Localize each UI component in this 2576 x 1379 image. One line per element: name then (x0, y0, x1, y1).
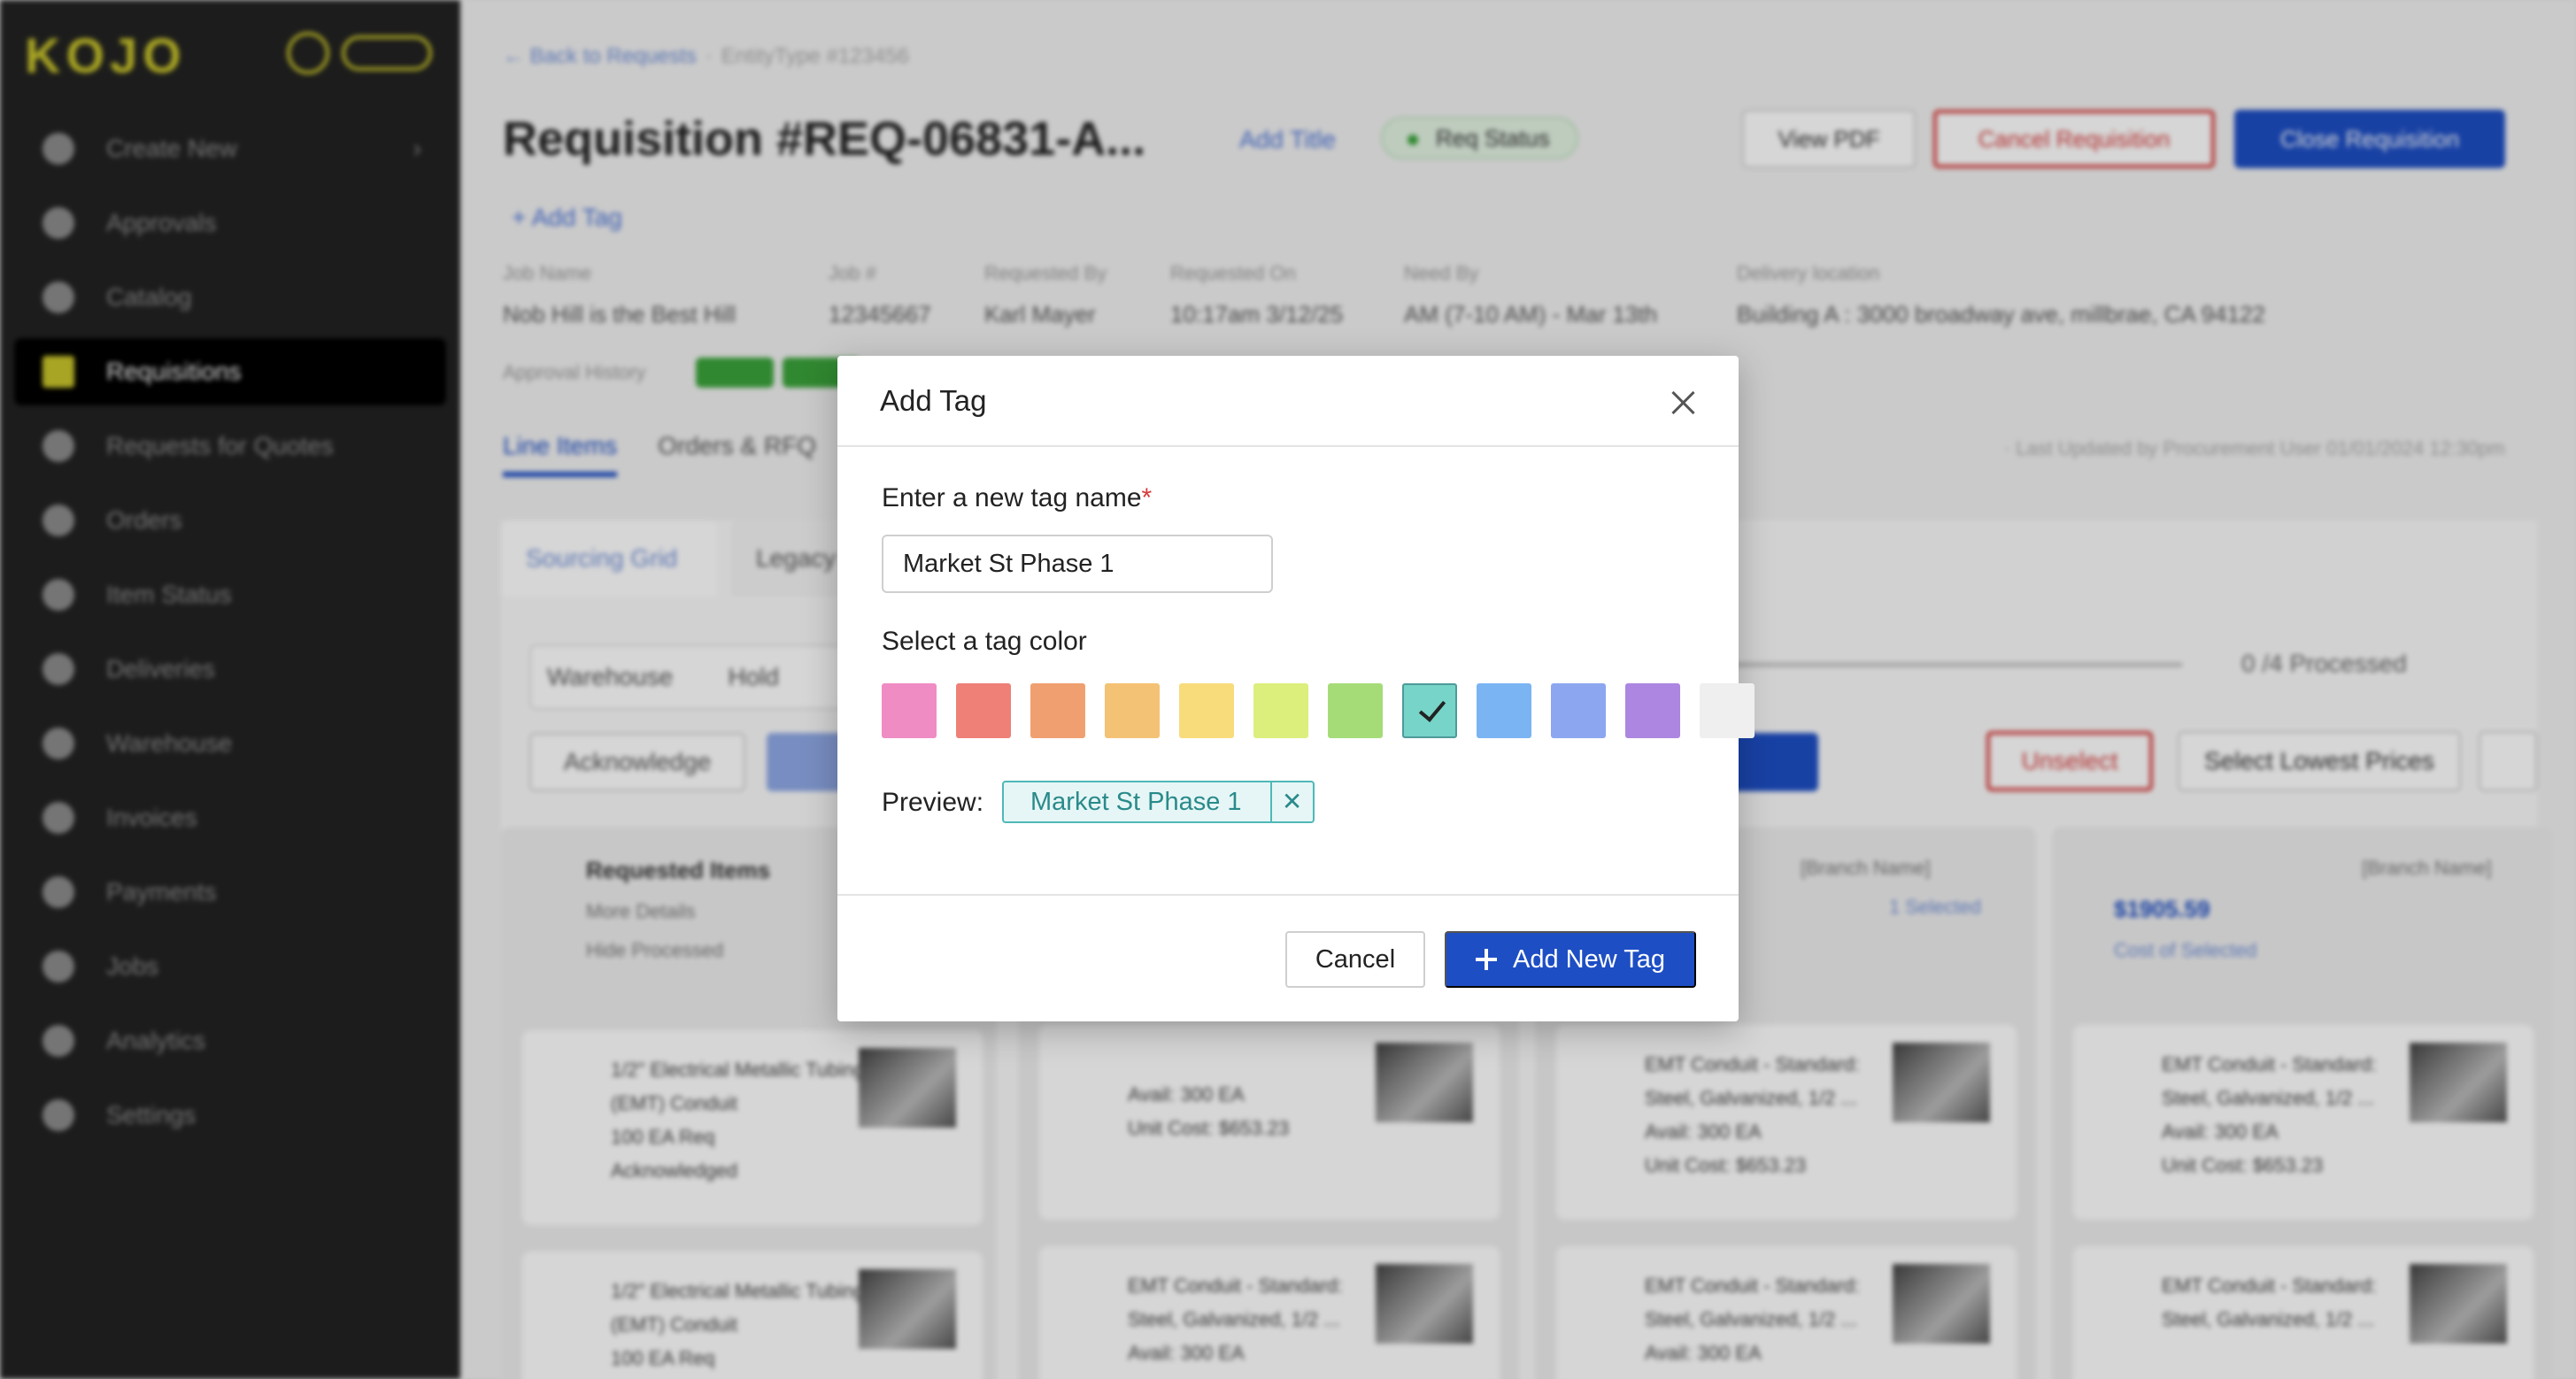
modal-title: Add Tag (880, 384, 987, 417)
color-swatch-red[interactable] (956, 683, 1011, 738)
color-swatch-pink[interactable] (882, 683, 937, 738)
color-swatch-green[interactable] (1328, 683, 1383, 738)
preview-label: Preview: (882, 788, 984, 817)
cancel-button[interactable]: Cancel (1285, 931, 1425, 988)
color-swatch-orange[interactable] (1030, 683, 1085, 738)
color-swatch-teal[interactable] (1402, 683, 1457, 738)
color-swatch-lime[interactable] (1253, 683, 1308, 738)
divider (837, 894, 1739, 896)
tag-name-label-text: Enter a new tag name (882, 483, 1142, 512)
required-asterisk: * (1141, 483, 1153, 512)
color-swatch-purple[interactable] (1625, 683, 1680, 738)
add-new-tag-label: Add New Tag (1513, 944, 1665, 974)
plus-icon (1476, 949, 1498, 970)
checkmark-icon (1416, 694, 1446, 724)
divider (837, 445, 1739, 447)
tag-name-label: Enter a new tag name* (882, 483, 1152, 513)
remove-tag-icon[interactable]: ✕ (1272, 782, 1313, 821)
color-swatch-amber[interactable] (1105, 683, 1160, 738)
color-swatch-gray[interactable] (1700, 683, 1755, 738)
tag-color-label: Select a tag color (882, 627, 1087, 656)
add-tag-modal: Add Tag Enter a new tag name* Select a t… (837, 356, 1755, 1021)
tag-name-input[interactable] (882, 535, 1273, 593)
add-new-tag-button[interactable]: Add New Tag (1445, 931, 1696, 988)
color-swatch-sky[interactable] (1477, 683, 1531, 738)
color-swatch-blue[interactable] (1551, 683, 1606, 738)
tag-preview-chip: Market St Phase 1 ✕ (1002, 781, 1315, 823)
close-icon[interactable] (1664, 384, 1703, 423)
tag-preview-text: Market St Phase 1 (1004, 782, 1272, 821)
color-swatch-yellow[interactable] (1179, 683, 1234, 738)
